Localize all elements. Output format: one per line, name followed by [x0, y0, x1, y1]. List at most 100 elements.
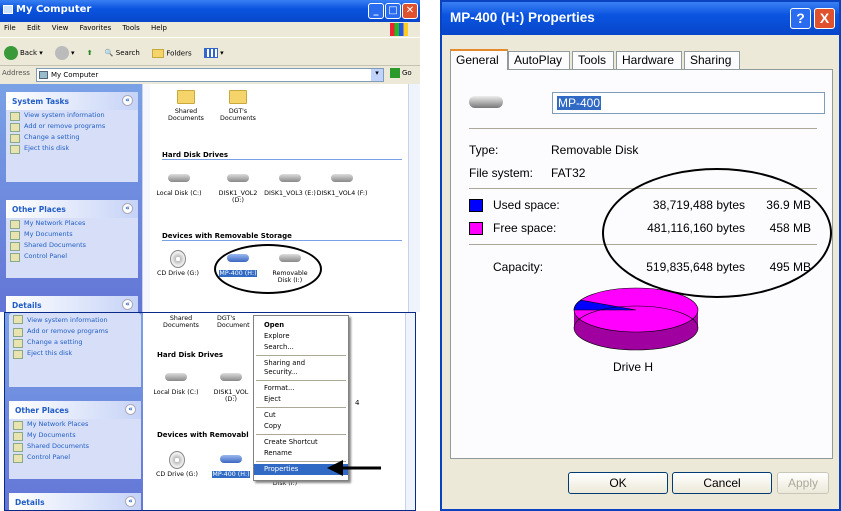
task-change-setting[interactable]: Change a setting: [6, 132, 138, 143]
hard-drive-icon: [168, 174, 190, 182]
capacity-label: Capacity:: [493, 260, 544, 274]
network-icon: [10, 220, 20, 229]
menu-eject[interactable]: Eject: [254, 394, 348, 405]
drive-f[interactable]: DISK1_VOL4 (F:): [316, 170, 368, 197]
task-view-system-info[interactable]: View system information: [9, 313, 141, 326]
place-shared-documents[interactable]: Shared Documents: [6, 240, 138, 251]
menu-search[interactable]: Search...: [254, 342, 348, 353]
place-shared-documents[interactable]: Shared Documents: [9, 441, 141, 452]
address-label: Address: [2, 69, 30, 77]
place-control-panel[interactable]: Control Panel: [9, 452, 141, 463]
views-button[interactable]: ▾: [203, 48, 224, 58]
drive-e[interactable]: DISK1_VOL3 (E:): [264, 170, 316, 197]
task-add-remove-programs[interactable]: Add or remove programs: [6, 121, 138, 132]
back-button[interactable]: Back ▾: [4, 46, 43, 60]
menu-cut[interactable]: Cut: [254, 410, 348, 421]
folders-button[interactable]: Folders: [152, 48, 192, 58]
other-places-header[interactable]: Other Places «: [6, 200, 138, 218]
help-button[interactable]: ?: [790, 8, 811, 29]
removable-drive-icon: [220, 455, 242, 463]
task-change-setting[interactable]: Change a setting: [9, 337, 141, 348]
drive-d[interactable]: DISK1_VOL (D:): [207, 369, 255, 403]
go-button[interactable]: Go: [390, 68, 412, 78]
tab-autoplay[interactable]: AutoPlay: [508, 51, 570, 69]
shared-documents-folder[interactable]: Shared Documents: [157, 315, 205, 329]
system-tasks-panel-lower: View system information Add or remove pr…: [9, 313, 141, 387]
left-scrollbar[interactable]: [142, 84, 150, 312]
menu-sharing-security[interactable]: Sharing and Security...: [254, 358, 348, 378]
ok-button[interactable]: OK: [568, 472, 668, 494]
dropdown-arrow-icon[interactable]: ▾: [371, 69, 383, 81]
menu-copy[interactable]: Copy: [254, 421, 348, 432]
dgt-documents-folder[interactable]: DGT's Document: [209, 315, 255, 329]
vertical-scrollbar[interactable]: [408, 84, 420, 312]
apply-button[interactable]: Apply: [777, 472, 829, 494]
place-network[interactable]: My Network Places: [9, 419, 141, 430]
drive-d[interactable]: DISK1_VOL2 (D:): [212, 170, 264, 204]
place-control-panel[interactable]: Control Panel: [6, 251, 138, 262]
task-add-remove-programs[interactable]: Add or remove programs: [9, 326, 141, 337]
menu-format[interactable]: Format...: [254, 383, 348, 394]
menu-edit[interactable]: Edit: [27, 24, 41, 32]
go-arrow-icon: [390, 68, 400, 78]
highlight-ellipse: [214, 244, 322, 294]
address-input[interactable]: My Computer ▾: [36, 68, 384, 82]
drive-c[interactable]: Local Disk (C:): [146, 170, 212, 197]
expand-chevron-icon[interactable]: «: [125, 496, 136, 507]
cd-drive-icon: [169, 451, 185, 469]
menu-favorites[interactable]: Favorites: [80, 24, 112, 32]
menu-explore[interactable]: Explore: [254, 331, 348, 342]
search-button[interactable]: 🔍 Search: [105, 49, 140, 57]
menu-help[interactable]: Help: [151, 24, 167, 32]
other-places-header[interactable]: Other Places «: [9, 401, 141, 419]
tab-hardware[interactable]: Hardware: [616, 51, 682, 69]
forward-button[interactable]: ▾: [54, 46, 75, 60]
menu-view[interactable]: View: [52, 24, 69, 32]
tab-tools[interactable]: Tools: [572, 51, 614, 69]
close-button[interactable]: X: [814, 8, 835, 29]
tab-general[interactable]: General: [450, 49, 508, 70]
programs-icon: [13, 328, 23, 337]
drive-name-input[interactable]: MP-400: [552, 92, 825, 114]
task-eject-disk[interactable]: Eject this disk: [9, 348, 141, 359]
cancel-button[interactable]: Cancel: [672, 472, 772, 494]
highlight-ellipse: [602, 168, 832, 298]
place-network[interactable]: My Network Places: [6, 218, 138, 229]
dgt-documents-folder[interactable]: DGT's Documents: [214, 90, 262, 122]
menu-file[interactable]: File: [4, 24, 16, 32]
tab-sharing[interactable]: Sharing: [684, 51, 740, 69]
menu-create-shortcut[interactable]: Create Shortcut: [254, 437, 348, 448]
drive-g-cd[interactable]: CD Drive (G:): [149, 451, 205, 478]
collapse-chevron-icon[interactable]: «: [122, 203, 133, 214]
minimize-button[interactable]: _: [368, 3, 384, 19]
collapse-chevron-icon[interactable]: «: [125, 404, 136, 415]
file-system-value: FAT32: [551, 166, 586, 180]
menu-rename[interactable]: Rename: [254, 448, 348, 459]
drive-g-cd[interactable]: CD Drive (G:): [150, 250, 206, 277]
network-icon: [13, 421, 23, 430]
place-my-documents[interactable]: My Documents: [9, 430, 141, 441]
system-tasks-header[interactable]: System Tasks «: [6, 92, 138, 110]
hard-disk-section-header: Hard Disk Drives: [162, 151, 402, 160]
maximize-button[interactable]: □: [385, 3, 401, 19]
task-view-system-info[interactable]: View system information: [6, 110, 138, 121]
collapse-chevron-icon[interactable]: «: [122, 95, 133, 106]
folder-icon: [229, 90, 247, 104]
menu-open[interactable]: Open: [254, 320, 348, 331]
up-button[interactable]: ⬆: [87, 49, 93, 57]
folder-icon: [13, 443, 23, 452]
hard-drive-icon: [227, 174, 249, 182]
vertical-scrollbar[interactable]: [405, 313, 415, 510]
details-header[interactable]: Details «: [9, 493, 141, 510]
type-value: Removable Disk: [551, 143, 639, 157]
menu-tools[interactable]: Tools: [122, 24, 139, 32]
shared-documents-folder[interactable]: Shared Documents: [162, 90, 210, 122]
drive-label-fragment: 4: [355, 399, 360, 407]
dialog-title-bar: MP-400 (H:) Properties ? X: [442, 2, 839, 35]
task-eject-disk[interactable]: Eject this disk: [6, 143, 138, 154]
drive-c[interactable]: Local Disk (C:): [143, 369, 209, 396]
expand-chevron-icon[interactable]: «: [122, 299, 133, 310]
close-button[interactable]: ✕: [402, 3, 418, 19]
place-my-documents[interactable]: My Documents: [6, 229, 138, 240]
drive-h-mp400[interactable]: MP-400 (H:): [207, 451, 255, 478]
